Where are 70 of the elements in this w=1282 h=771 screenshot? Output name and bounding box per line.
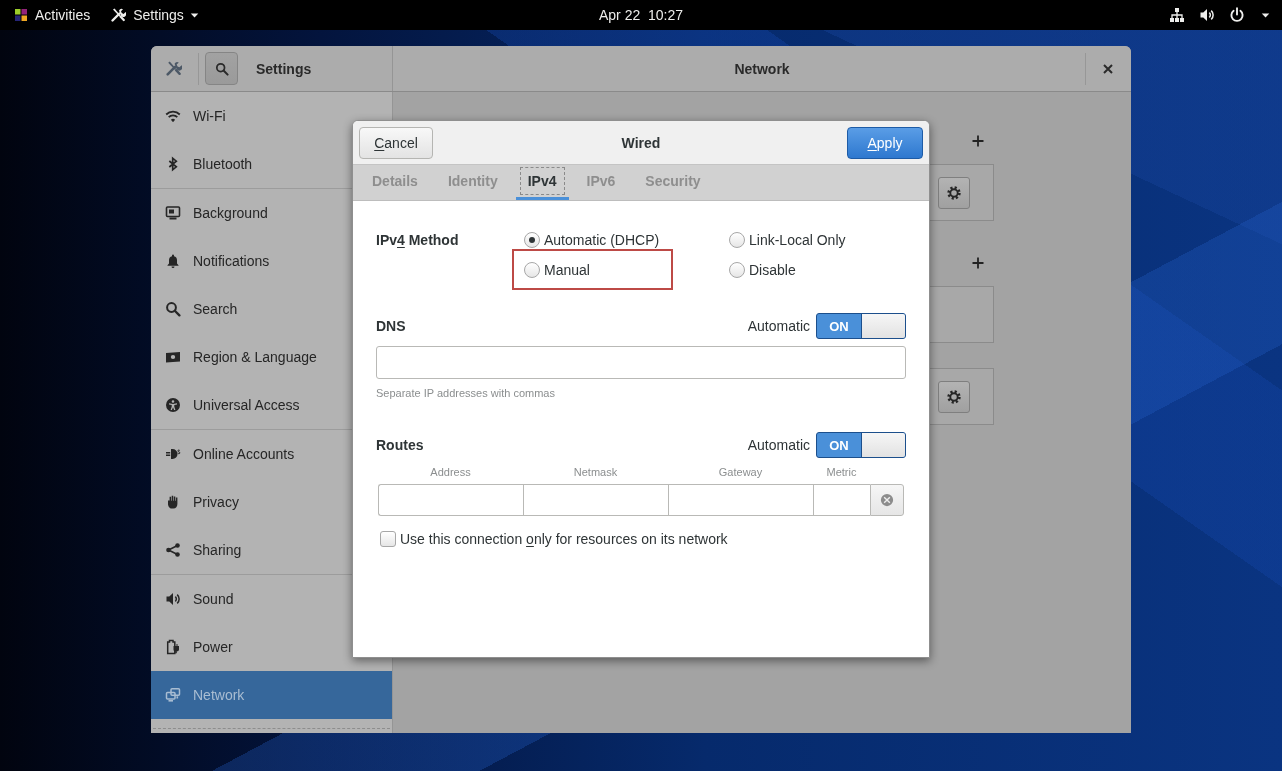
- sidebar-item[interactable]: Power: [151, 623, 392, 671]
- radio-button[interactable]: [524, 232, 540, 248]
- clear-icon: [880, 493, 894, 507]
- banknote-icon: [165, 349, 181, 365]
- apply-button[interactable]: Apply: [847, 126, 923, 159]
- radio-label: Disable: [749, 261, 796, 280]
- window-title: Settings: [256, 60, 312, 77]
- monitor-icon: [165, 205, 181, 221]
- panel-title: Network: [734, 60, 790, 77]
- column-header: Netmask: [573, 465, 618, 479]
- route-entry-field[interactable]: [668, 484, 813, 516]
- add-button[interactable]: [972, 135, 984, 147]
- remove-route-button[interactable]: [870, 484, 904, 516]
- route-entry-field[interactable]: [813, 484, 870, 516]
- bell-icon: [165, 253, 181, 269]
- activities-button[interactable]: Activities: [14, 3, 91, 27]
- settings-button[interactable]: [938, 380, 970, 413]
- section-title: DNS: [376, 318, 406, 334]
- app-menu[interactable]: Settings: [110, 3, 199, 27]
- tools-icon: [165, 60, 182, 77]
- sidebar-item[interactable]: Region & Language: [151, 333, 392, 381]
- radio-label: Automatic (DHCP): [544, 231, 660, 250]
- switch-label: Automatic: [747, 318, 810, 334]
- dns-entry-field[interactable]: [376, 346, 906, 379]
- speaker-icon: [165, 591, 181, 607]
- close-icon: [1103, 63, 1113, 74]
- caret-icon: [189, 12, 199, 18]
- column-header: Gateway: [718, 465, 763, 479]
- checkbox[interactable]: [380, 531, 396, 547]
- plus-icon: [972, 257, 984, 269]
- cancel-button[interactable]: Cancel: [359, 126, 433, 159]
- sidebar-item[interactable]: Sound: [151, 575, 392, 623]
- search-icon: [165, 301, 181, 317]
- search-button[interactable]: [205, 52, 238, 85]
- section-title: Routes: [376, 437, 424, 453]
- radio-button[interactable]: [729, 232, 745, 248]
- caret-icon: [1261, 12, 1270, 18]
- sidebar-item[interactable]: Privacy: [151, 478, 392, 526]
- pinwheel-icon: [14, 8, 28, 22]
- battery-icon: [165, 639, 181, 655]
- route-entry-field[interactable]: [378, 484, 523, 516]
- tools-icon: [110, 7, 127, 23]
- method-label: IPv4 Method: [376, 231, 459, 250]
- radio-button[interactable]: [729, 262, 745, 278]
- route-entry-field[interactable]: [523, 484, 668, 516]
- share-icon: [165, 542, 181, 558]
- speaker-icon: [1199, 7, 1215, 23]
- gear-icon: [946, 184, 962, 201]
- radio-label: Link-Local Only: [749, 231, 846, 250]
- plug-icon: [165, 446, 181, 462]
- radio-label: Manual: [544, 261, 590, 280]
- wifi-icon: [165, 108, 181, 124]
- search-icon: [214, 61, 229, 76]
- radio-button[interactable]: [524, 262, 540, 278]
- gear-icon: [946, 388, 962, 405]
- plus-icon: [972, 135, 984, 147]
- settings-button[interactable]: [938, 176, 970, 209]
- accessibility-icon: [165, 397, 181, 413]
- sidebar-item[interactable]: Sharing: [151, 526, 392, 574]
- hint-text: Separate IP addresses with commas: [376, 386, 555, 400]
- power-icon: [1229, 7, 1245, 23]
- add-button[interactable]: [972, 257, 984, 269]
- switch-label: Automatic: [747, 437, 810, 453]
- column-header: Metric: [826, 465, 857, 479]
- clock[interactable]: Apr 22 10:27: [598, 3, 684, 27]
- computers-icon: [165, 687, 181, 703]
- dialog-title: Wired: [621, 134, 661, 151]
- network-icon: [1169, 7, 1185, 23]
- column-header: Address: [430, 465, 471, 479]
- checkbox-label: Use this connection only for resources on its network: [400, 530, 728, 549]
